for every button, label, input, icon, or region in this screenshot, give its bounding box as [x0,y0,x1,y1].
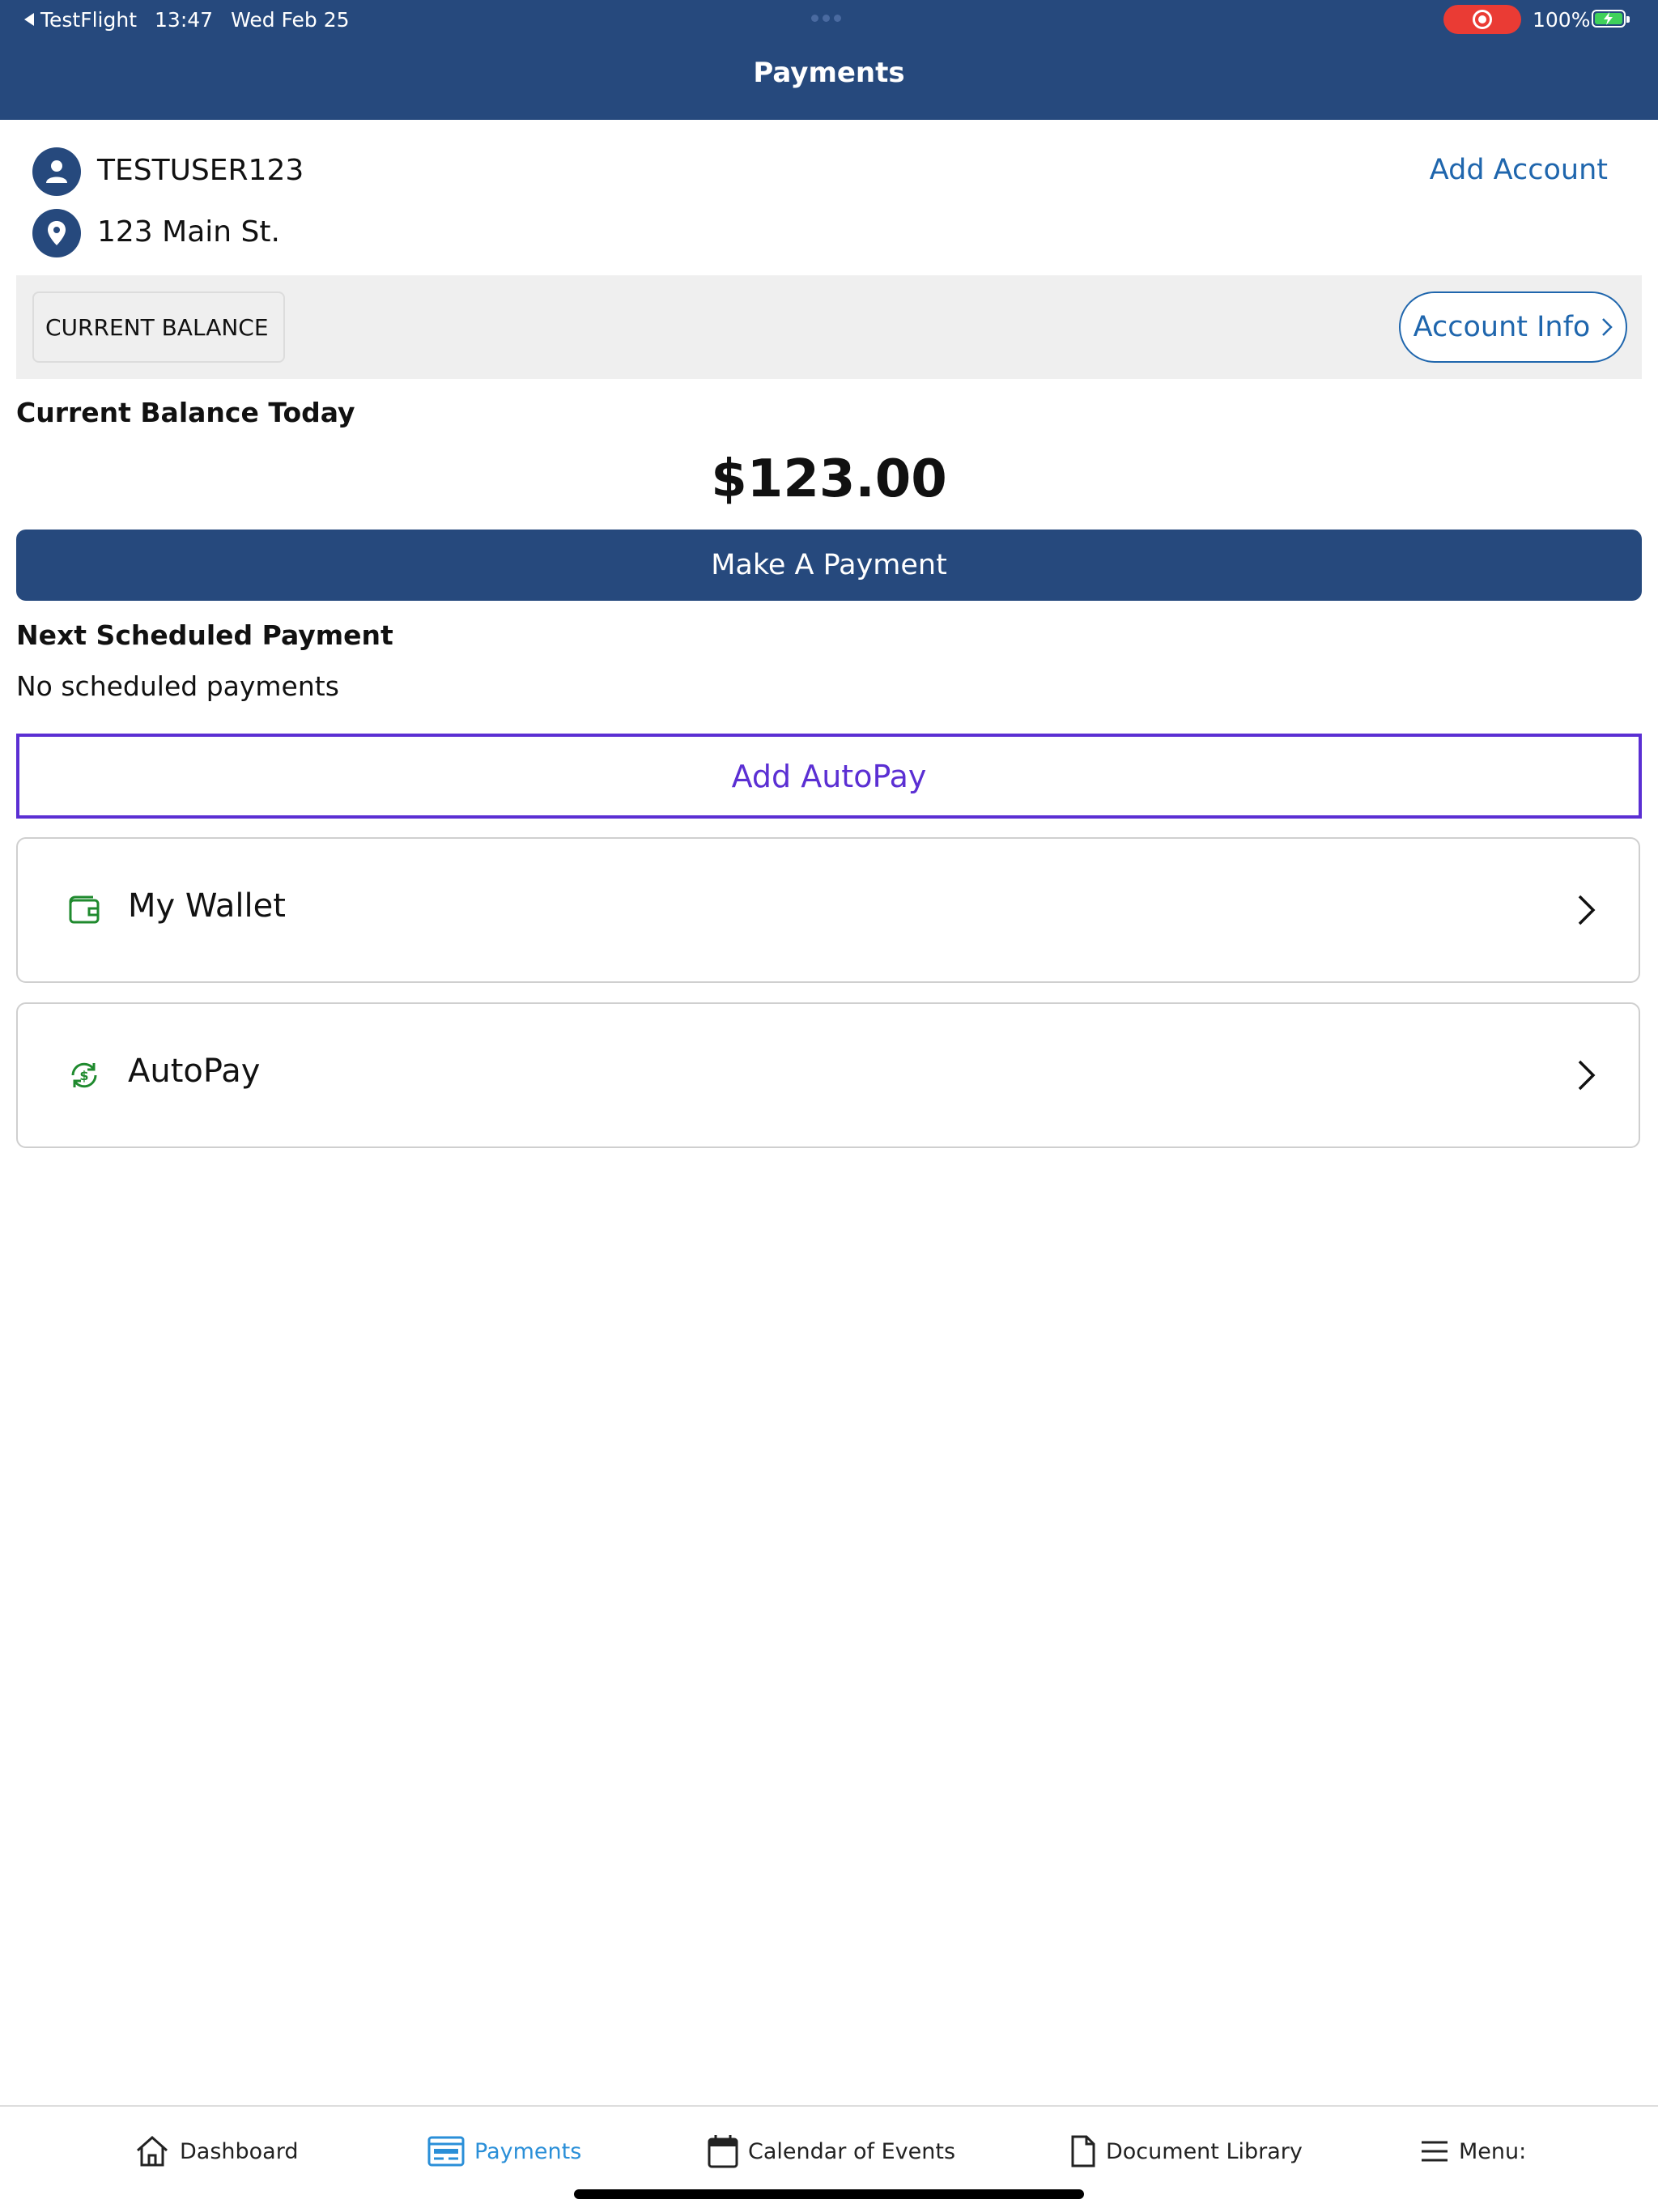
balance-amount: $123.00 [711,449,947,509]
autopay-label: AutoPay [128,1053,261,1090]
battery-percent: 100% [1533,7,1591,32]
payments-icon [427,2136,465,2167]
tab-menu-label: Menu: [1459,2138,1527,2164]
status-time: 13:47 [155,7,214,32]
back-app-label[interactable]: TestFlight [40,8,137,32]
wallet-icon [69,895,100,924]
document-icon [1071,2135,1095,2167]
chevron-right-icon [1602,318,1613,336]
make-payment-button[interactable]: Make A Payment [16,530,1642,601]
home-icon [137,2135,168,2167]
home-indicator[interactable] [574,2189,1084,2199]
account-info-label: Account Info [1413,311,1591,343]
my-wallet-label: My Wallet [128,887,286,925]
tab-dashboard[interactable]: Dashboard [134,2131,298,2172]
battery-icon [1592,10,1630,28]
account-username: TESTUSER123 [97,154,304,187]
my-wallet-card[interactable]: My Wallet [16,837,1640,983]
add-account-link[interactable]: Add Account [1430,154,1608,186]
menu-icon [1422,2141,1448,2162]
tab-document-library-label: Document Library [1106,2138,1303,2164]
status-bar-left: TestFlight 13:47 Wed Feb 25 [24,5,350,34]
tab-payments[interactable]: Payments [427,2131,581,2172]
screen-recording-icon[interactable] [1443,5,1521,34]
app-header: TestFlight 13:47 Wed Feb 25 100% Payment… [0,0,1658,120]
chevron-right-icon [1578,895,1596,925]
tab-calendar-label: Calendar of Events [748,2138,956,2164]
no-scheduled-payments-text: No scheduled payments [16,670,339,702]
autopay-icon: $ [71,1062,97,1088]
next-scheduled-heading: Next Scheduled Payment [16,619,393,651]
back-arrow-icon[interactable] [24,13,34,26]
location-pin-icon [32,209,81,257]
status-date: Wed Feb 25 [231,7,350,32]
tab-dashboard-label: Dashboard [180,2138,299,2164]
account-info-button[interactable]: Account Info [1399,291,1627,363]
calendar-icon [708,2135,738,2168]
user-icon [32,147,81,196]
add-autopay-button[interactable]: Add AutoPay [16,734,1642,819]
multitasking-dots-icon[interactable] [811,15,841,22]
tab-calendar-of-events[interactable]: Calendar of Events [708,2131,955,2172]
account-address: 123 Main St. [97,215,280,249]
autopay-card[interactable]: $ AutoPay [16,1002,1640,1148]
tab-document-library[interactable]: Document Library [1070,2131,1303,2172]
tab-menu[interactable]: Menu: [1420,2131,1526,2172]
page-title: Payments [753,57,905,89]
svg-text:$: $ [79,1068,88,1083]
chevron-right-icon [1578,1060,1596,1091]
balance-tab-strip: CURRENT BALANCE Account Info [16,275,1642,379]
tab-payments-label: Payments [474,2138,582,2164]
current-balance-tab[interactable]: CURRENT BALANCE [32,291,285,363]
balance-heading: Current Balance Today [16,397,355,428]
